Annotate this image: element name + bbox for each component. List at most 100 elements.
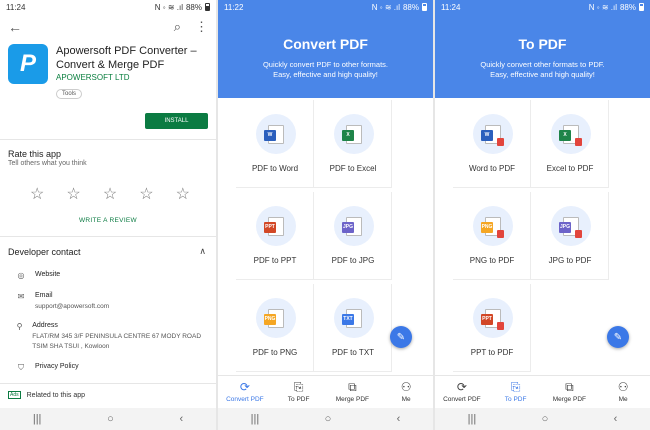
file-type-icon: W [256,114,296,154]
tab-label: Merge PDF [552,396,586,403]
category-chip[interactable]: Tools [56,89,83,99]
tab-icon: ⎘ [293,380,304,394]
rate-subtitle: Tell others what you think [8,160,87,167]
tab-label: Me [401,396,411,403]
tab-to-pdf[interactable]: ⎘ To PDF [272,376,326,408]
tool-label: JPG to PDF [548,256,592,265]
convert-tool-0[interactable]: W PDF to Word [236,100,314,188]
contact-label: Address [32,322,58,329]
file-type-icon: PPT [256,206,296,246]
divider [0,236,216,237]
star-icon[interactable]: ☆ [103,184,117,204]
star-icon[interactable]: ☆ [139,184,153,204]
file-type-icon: TXT [334,298,374,338]
file-type-tag: PNG [481,221,493,233]
file-type-icon: PNG [473,206,513,246]
convert-tool-1[interactable]: X PDF to Excel [314,100,392,188]
contact-website[interactable]: ◎ Website [16,271,61,280]
home-icon[interactable]: ○ [325,413,332,425]
search-icon[interactable]: ⌕ [174,19,181,35]
rate-title: Rate this app [8,149,62,159]
tab-label: Convert PDF [443,396,481,403]
contact-label: Website [35,271,61,278]
back-icon[interactable]: ‹ [179,413,183,425]
status-time: 11:22 [224,2,244,12]
collapse-caret-icon[interactable]: ∧ [199,246,206,257]
home-icon[interactable]: ○ [107,413,114,425]
tab-convert-pdf[interactable]: ⟳ Convert PDF [435,376,489,408]
hero-subtitle-line1: Quickly convert PDF to other formats. [262,60,389,69]
contact-value: support@apowersoft.com [35,303,110,310]
file-type-tag: X [342,129,354,141]
tab-me[interactable]: ⚇ Me [596,376,650,408]
globe-icon: ◎ [17,271,25,280]
tool-label: PDF to PPT [253,256,297,265]
convert-tool-3[interactable]: JPG PDF to JPG [314,192,392,280]
contact-label: Email [35,292,53,299]
mail-icon: ✉ [17,292,25,301]
tool-label: PDF to Excel [329,164,377,173]
recents-icon[interactable]: ||| [468,413,477,425]
tab-label: Merge PDF [335,396,369,403]
edit-fab-icon[interactable]: ✎ [607,326,629,348]
convert-tool-5[interactable]: TXT PDF to TXT [314,284,392,372]
edit-fab-icon[interactable]: ✎ [390,326,412,348]
file-type-tag: JPG [342,221,354,233]
divider [0,139,216,140]
hero-title: To PDF [518,36,567,52]
to-pdf-tool-1[interactable]: X Excel to PDF [531,100,609,188]
network-icons: N ◦ ≋ .ıl [154,2,183,12]
status-bar: 11:24 N ◦ ≋ .ıl 88% [0,0,216,14]
tab-merge-pdf[interactable]: ⧉ Merge PDF [326,376,380,408]
tool-label: PDF to TXT [331,348,375,357]
back-arrow-icon[interactable]: ← [8,19,22,35]
convert-tool-4[interactable]: PNG PDF to PNG [236,284,314,372]
app-title-line1: Apowersoft PDF Converter – [56,45,197,57]
developer-contact-heading[interactable]: Developer contact [8,247,81,257]
recents-icon[interactable]: ||| [33,413,42,425]
recents-icon[interactable]: ||| [251,413,260,425]
tab-me[interactable]: ⚇ Me [379,376,433,408]
install-button[interactable]: INSTALL [145,113,208,129]
convert-tool-2[interactable]: PPT PDF to PPT [236,192,314,280]
file-type-tag: PPT [264,221,276,233]
to-pdf-tool-4[interactable]: PPT PPT to PDF [453,284,531,372]
home-icon[interactable]: ○ [542,413,549,425]
system-nav-bar: ||| ○ ‹ [435,408,650,430]
star-icon[interactable]: ☆ [66,184,80,204]
developer-link[interactable]: APOWERSOFT LTD [56,73,197,82]
to-pdf-tool-0[interactable]: W Word to PDF [453,100,531,188]
play-store-panel: 11:24 N ◦ ≋ .ıl 88% ← ⌕ ⋮ P Apowersoft P… [0,0,216,430]
convert-pdf-panel: 11:22 N ◦ ≋ .ıl 88% Convert PDF Quickly … [218,0,433,430]
tab-icon: ⟳ [456,380,467,394]
system-nav-bar: ||| ○ ‹ [0,408,216,430]
file-type-tag: X [559,129,571,141]
rating-stars: ☆ ☆ ☆ ☆ ☆ [30,184,190,204]
contact-email[interactable]: ✉ Email support@apowersoft.com [16,292,110,312]
status-time: 11:24 [6,2,26,12]
tab-convert-pdf[interactable]: ⟳ Convert PDF [218,376,272,408]
app-logo-icon: P [8,44,48,84]
contact-value: FLAT/RM 345 3/F PENINSULA CENTRE 67 MODY… [32,333,202,350]
star-icon[interactable]: ☆ [30,184,44,204]
network-icons: N ◦ ≋ .ıl [371,2,400,12]
status-time: 11:24 [441,2,461,12]
contact-privacy-policy[interactable]: ⛉ Privacy Policy [16,363,79,373]
related-title: Related to this app [26,391,85,399]
battery-icon [422,3,427,11]
hero-subtitle-line2: Easy, effective and high quality! [273,70,378,79]
back-icon[interactable]: ‹ [614,413,618,425]
to-pdf-tool-2[interactable]: PNG PNG to PDF [453,192,531,280]
write-review-button[interactable]: WRITE A REVIEW [0,217,216,224]
back-icon[interactable]: ‹ [397,413,401,425]
contact-address[interactable]: ⚲ Address FLAT/RM 345 3/F PENINSULA CENT… [16,322,211,352]
related-section[interactable]: Ads Related to this app [8,391,85,399]
tab-to-pdf[interactable]: ⎘ To PDF [489,376,543,408]
to-pdf-tool-3[interactable]: JPG JPG to PDF [531,192,609,280]
star-icon[interactable]: ☆ [176,184,190,204]
file-type-icon: X [551,114,591,154]
more-options-icon[interactable]: ⋮ [195,19,208,35]
tab-merge-pdf[interactable]: ⧉ Merge PDF [543,376,597,408]
tab-icon: ⧉ [565,380,574,394]
tab-icon: ⚇ [400,380,412,394]
